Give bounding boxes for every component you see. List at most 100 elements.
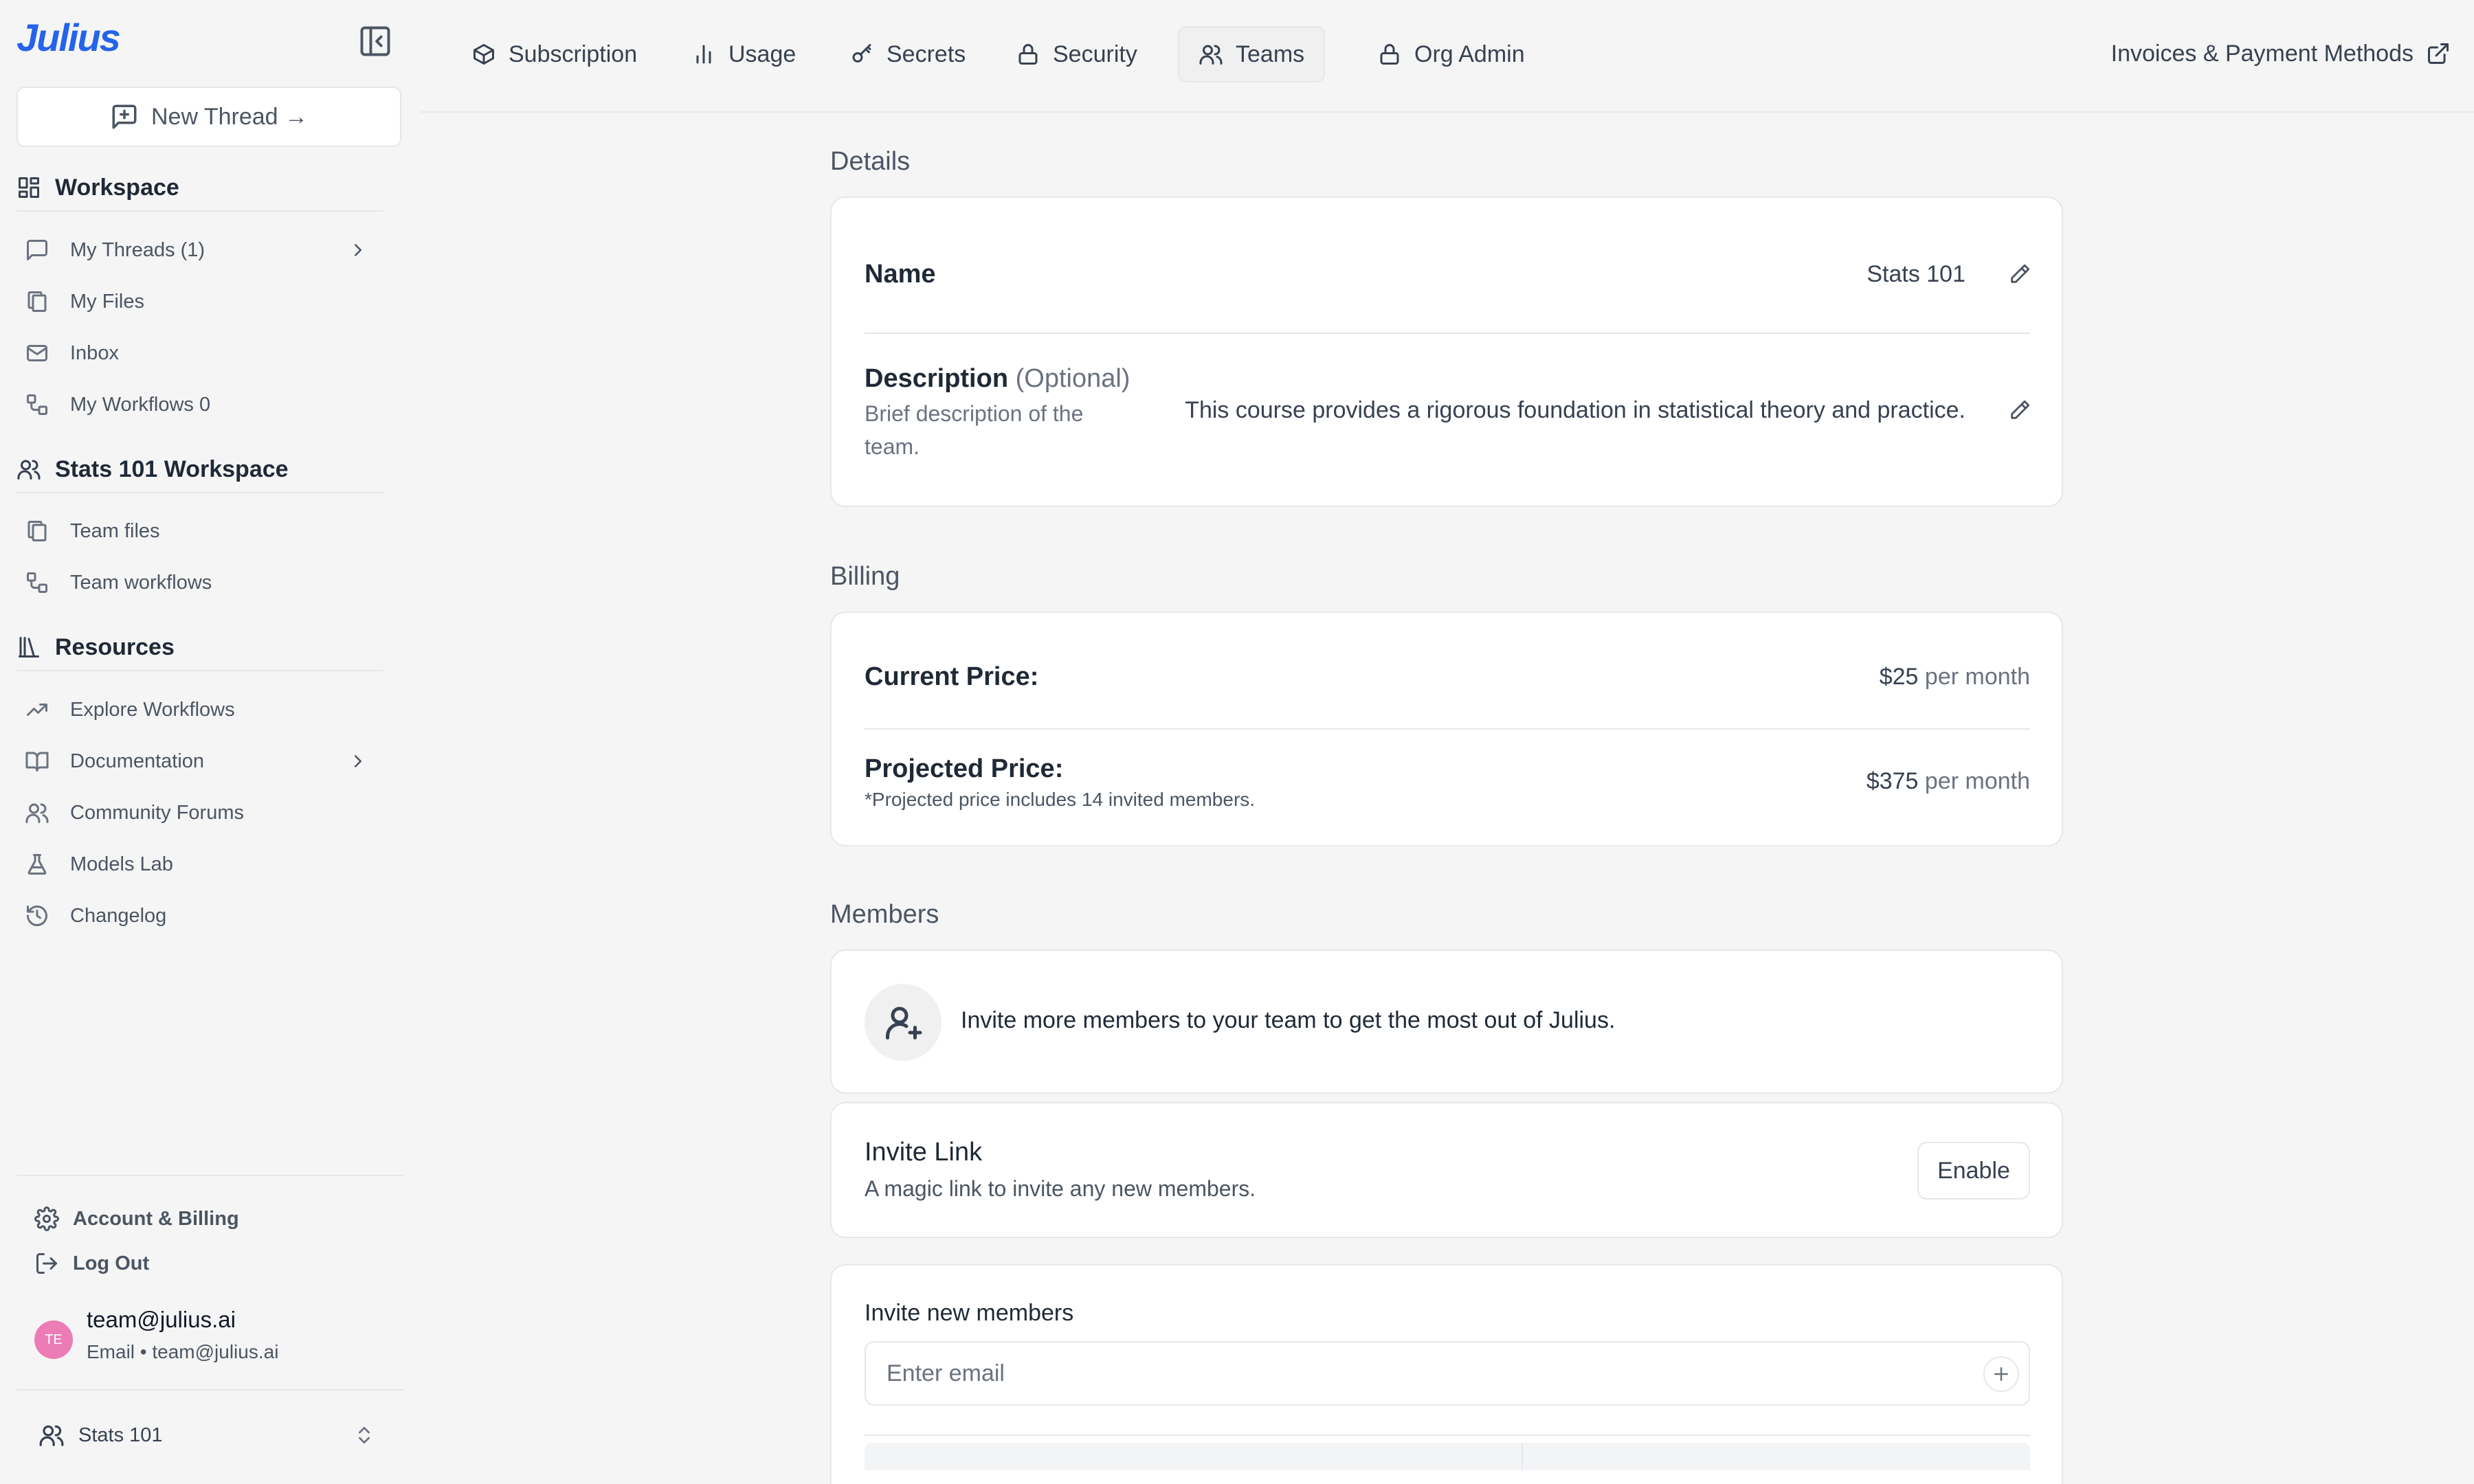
invite-email-field [865, 1341, 2030, 1406]
sidebar-divider [16, 1389, 404, 1391]
log-out-label: Log Out [73, 1252, 150, 1274]
current-price-unit: per month [1924, 664, 2030, 690]
invite-divider [865, 1435, 2030, 1436]
message-plus-icon [112, 104, 137, 129]
invite-new-members-card: Invite new members [830, 1264, 2063, 1484]
members-table-header [865, 1443, 2030, 1470]
tab-label: Teams [1236, 41, 1305, 67]
sidebar-item-team-files[interactable]: Team files [25, 510, 368, 552]
workflow-icon [27, 572, 47, 593]
tab-secrets[interactable]: Secrets [830, 26, 985, 82]
description-label: Description (Optional) [865, 364, 1130, 394]
tab-usage[interactable]: Usage [672, 26, 815, 82]
description-optional-tag: (Optional) [1015, 364, 1130, 393]
sidebar-item-label: Inbox [70, 341, 119, 364]
sidebar-item-label: Documentation [70, 750, 205, 772]
log-out-link[interactable]: Log Out [34, 1244, 149, 1283]
library-icon [19, 637, 39, 657]
account-billing-link[interactable]: Account & Billing [34, 1200, 239, 1238]
tab-teams[interactable]: Teams [1178, 26, 1326, 82]
users-icon [25, 803, 49, 823]
collapse-sidebar-button[interactable] [357, 23, 393, 59]
invite-email-input[interactable] [866, 1342, 1965, 1404]
tab-subscription[interactable]: Subscription [452, 26, 656, 82]
team-workspace-title: Stats 101 Workspace [55, 456, 289, 482]
lock-icon [1380, 44, 1399, 65]
invite-banner-card: Invite more members to your team to get … [830, 949, 2063, 1094]
resources-title: Resources [55, 633, 175, 660]
new-thread-label: New Thread → [151, 103, 309, 130]
projected-price-value: $375 per month [1866, 768, 2030, 795]
edit-description-pencil-icon[interactable] [2008, 398, 2031, 422]
members-section-title: Members [830, 900, 939, 929]
mail-icon [27, 345, 47, 361]
sidebar-item-models-lab[interactable]: Models Lab [25, 844, 368, 885]
invoices-label: Invoices & Payment Methods [2110, 40, 2414, 67]
workspace-title: Workspace [55, 174, 179, 201]
message-square-icon [27, 240, 47, 260]
sidebar-item-community-forums[interactable]: Community Forums [25, 792, 368, 833]
chevrons-up-down-icon [359, 1427, 370, 1443]
new-thread-button[interactable]: New Thread → [16, 87, 401, 147]
sidebar-item-my-workflows[interactable]: My Workflows 0 [25, 384, 368, 425]
users-icon [39, 1425, 64, 1446]
julius-logo[interactable]: Julius [16, 15, 121, 60]
sidebar-item-changelog[interactable]: Changelog [25, 895, 368, 936]
sidebar-item-label: My Workflows 0 [70, 393, 211, 416]
sidebar-item-label: My Threads (1) [70, 238, 205, 261]
team-workspace-section-header: Stats 101 Workspace [16, 447, 383, 493]
chevron-right-icon[interactable] [348, 240, 368, 260]
external-link-icon [2428, 43, 2449, 64]
tab-security[interactable]: Security [996, 26, 1157, 82]
sidebar-item-inbox[interactable]: Inbox [25, 333, 368, 374]
sidebar-item-label: Community Forums [70, 801, 244, 824]
projected-price-amount: $375 [1866, 768, 1919, 794]
sidebar-item-label: My Files [70, 290, 144, 313]
sidebar-divider [16, 1175, 404, 1176]
sidebar-item-label: Explore Workflows [70, 698, 235, 721]
sidebar-item-label: Team workflows [70, 571, 212, 594]
resources-section-header: Resources [16, 625, 383, 671]
sidebar-item-documentation[interactable]: Documentation [25, 741, 368, 782]
description-hint: Brief description of the team. [865, 401, 1084, 459]
trending-up-icon [27, 704, 47, 716]
team-switcher[interactable]: Stats 101 [38, 1415, 375, 1455]
description-label-text: Description [865, 364, 1009, 393]
sidebar-item-my-files[interactable]: My Files [25, 281, 368, 322]
edit-name-pencil-icon[interactable] [2008, 262, 2031, 286]
tab-org-admin[interactable]: Org Admin [1358, 26, 1544, 82]
tab-label: Security [1053, 41, 1137, 67]
billing-section-title: Billing [830, 562, 900, 591]
billing-card: Current Price: $25 per month Projected P… [830, 611, 2063, 846]
chevron-right-icon[interactable] [348, 751, 368, 772]
sidebar-item-label: Team files [70, 519, 160, 542]
user-email: team@julius.ai [87, 1307, 236, 1332]
invite-avatar [865, 984, 941, 1061]
avatar[interactable]: TE [34, 1320, 73, 1359]
details-divider [865, 333, 2030, 334]
settings-tabs: Subscription Usage Secrets Security Team… [421, 0, 2474, 113]
history-icon [27, 906, 47, 927]
current-price-amount: $25 [1879, 664, 1919, 690]
sidebar-item-explore-workflows[interactable]: Explore Workflows [25, 689, 368, 730]
gear-icon [34, 1206, 59, 1231]
account-billing-label: Account & Billing [73, 1207, 239, 1230]
tab-label: Secrets [887, 41, 966, 67]
enable-invite-link-button[interactable]: Enable [1917, 1142, 2030, 1200]
projected-price-unit: per month [1924, 768, 2030, 794]
sidebar: Julius New Thread → Workspace My Threads… [0, 0, 421, 1484]
sidebar-item-team-workflows[interactable]: Team workflows [25, 562, 368, 603]
lock-icon [1018, 44, 1038, 65]
add-email-button[interactable] [1983, 1356, 2019, 1392]
book-open-icon [25, 752, 49, 772]
box-icon [473, 44, 494, 65]
users-icon [1199, 45, 1223, 65]
layout-grid-icon [19, 177, 39, 198]
sidebar-item-my-threads[interactable]: My Threads (1) [25, 229, 368, 271]
invoices-payment-link[interactable]: Invoices & Payment Methods [2111, 32, 2451, 76]
user-plus-icon [886, 1007, 922, 1039]
plus-icon [1994, 1367, 2008, 1381]
invite-link-title: Invite Link [865, 1138, 983, 1167]
name-label: Name [865, 260, 936, 289]
tab-label: Subscription [509, 41, 638, 67]
